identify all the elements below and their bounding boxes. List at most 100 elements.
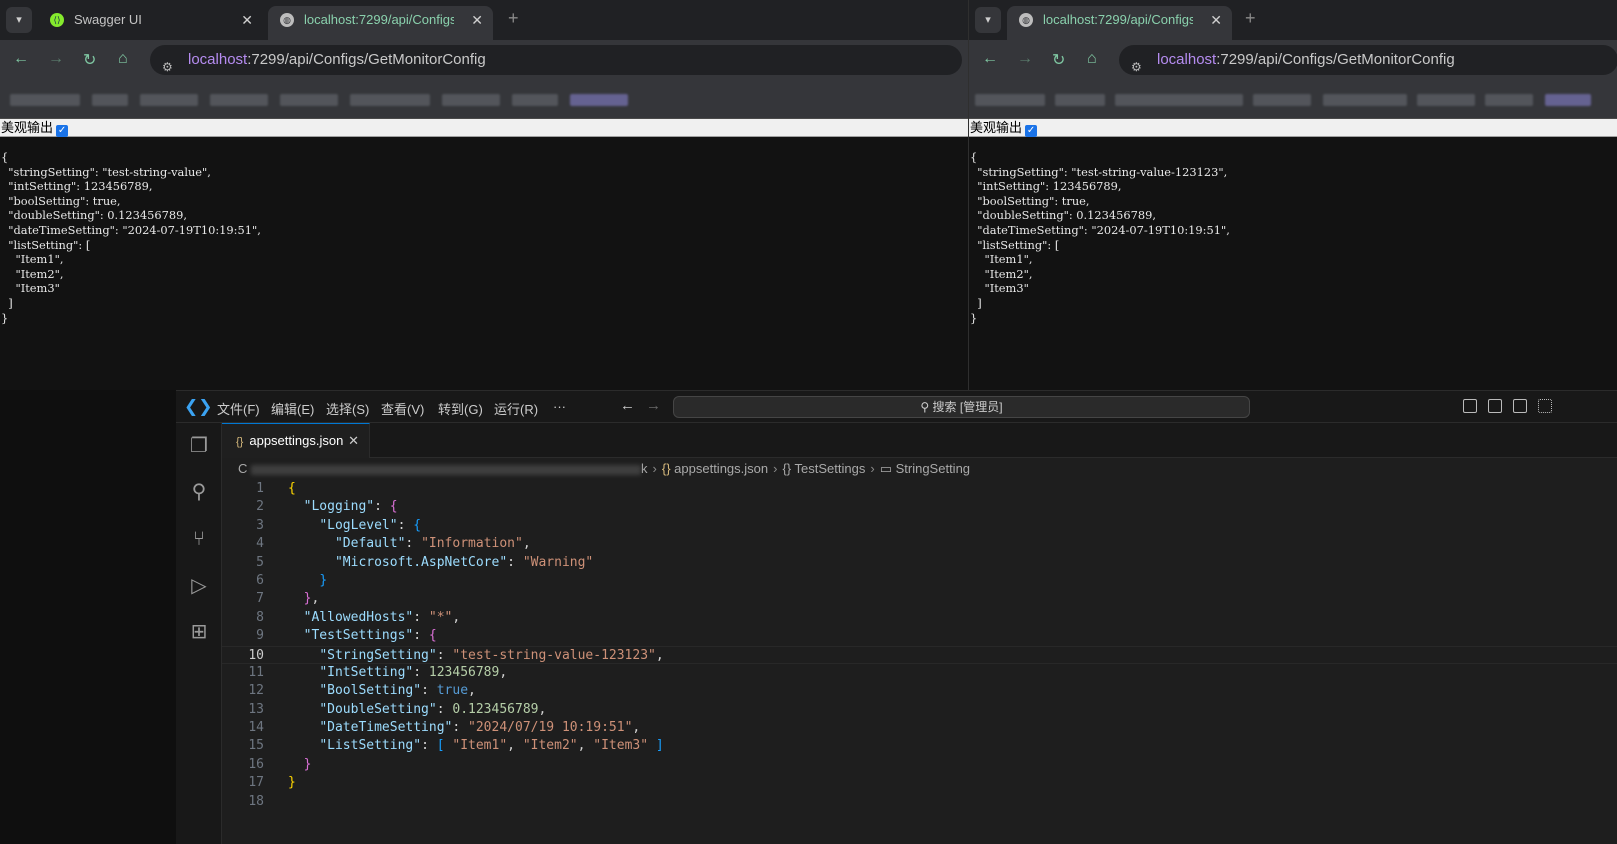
new-tab-plus-icon[interactable]: +	[508, 8, 519, 29]
line-number: 1	[256, 481, 264, 496]
explorer-icon[interactable]: ❐	[188, 435, 210, 457]
bookmark-item[interactable]	[350, 94, 430, 106]
bookmark-item[interactable]	[210, 94, 268, 106]
bookmark-item[interactable]	[442, 94, 500, 106]
bookmark-item[interactable]	[280, 94, 338, 106]
forward-arrow-icon[interactable]: →	[1017, 50, 1033, 68]
site-info-icon[interactable]: ⚙	[162, 52, 173, 75]
close-icon[interactable]: ✕	[348, 424, 359, 458]
code-line[interactable]: 11 "IntSetting": 123456789,	[222, 664, 1617, 682]
code-line[interactable]: 18	[222, 793, 1617, 811]
breadcrumb-redacted-path	[251, 464, 642, 475]
menu-file[interactable]: 文件(F)	[217, 399, 260, 418]
bookmark-item[interactable]	[1115, 94, 1243, 106]
home-icon[interactable]: ⌂	[118, 50, 128, 68]
tab-localhost-api[interactable]: ◍ localhost:7299/api/Configs/G ✕	[268, 6, 493, 40]
bookmark-item[interactable]	[1055, 94, 1105, 106]
string-icon: ▭	[879, 461, 896, 476]
code-text: "Logging": {	[303, 499, 398, 515]
breadcrumb-section[interactable]: TestSettings	[795, 461, 866, 476]
menu-edit[interactable]: 编辑(E)	[271, 399, 314, 418]
customize-layout-icon[interactable]	[1538, 399, 1552, 413]
source-control-icon[interactable]: ⑂	[188, 528, 210, 550]
title-bar: ❮❯ 文件(F) 编辑(E) 选择(S) 查看(V) 转到(G) 运行(R) ·…	[176, 391, 1617, 423]
code-line[interactable]: 7 },	[222, 590, 1617, 608]
toggle-secondary-sidebar-icon[interactable]	[1513, 399, 1527, 413]
toggle-primary-sidebar-icon[interactable]	[1463, 399, 1477, 413]
code-text: },	[303, 591, 320, 607]
breadcrumb: C k › {} appsettings.json › {} TestSettings ›…	[222, 458, 1617, 480]
bookmark-item[interactable]	[10, 94, 80, 106]
menu-more[interactable]: ···	[553, 399, 566, 414]
address-bar[interactable]: ⚙ localhost:7299/api/Configs/GetMonitorC…	[1119, 45, 1617, 75]
breadcrumb-prefix[interactable]: C	[238, 461, 247, 476]
extensions-icon[interactable]: ⊞	[188, 621, 210, 643]
run-debug-icon[interactable]: ▷	[188, 575, 210, 597]
tab-search-chevron-icon[interactable]: ▾	[6, 7, 32, 33]
menu-view[interactable]: 查看(V)	[381, 399, 424, 418]
bookmark-item[interactable]	[1323, 94, 1407, 106]
toggle-panel-icon[interactable]	[1488, 399, 1502, 413]
back-arrow-icon[interactable]: ←	[982, 50, 998, 68]
command-center-search[interactable]: ⚲ 搜索 [管理员]	[673, 396, 1250, 418]
close-icon[interactable]: ✕	[241, 6, 253, 34]
code-line[interactable]: 4 "Default": "Information",	[222, 535, 1617, 553]
pretty-print-checkbox[interactable]: ✓	[1025, 125, 1038, 137]
line-number: 13	[248, 701, 264, 717]
code-line[interactable]: 1{	[222, 480, 1617, 498]
url-host: localhost	[1157, 51, 1217, 68]
code-line[interactable]: 13 "DoubleSetting": 0.123456789,	[222, 701, 1617, 719]
new-tab-plus-icon[interactable]: +	[1245, 8, 1256, 29]
code-editor[interactable]: 1{2 "Logging": {3 "LogLevel": {4 "Defaul…	[222, 480, 1617, 844]
close-icon[interactable]: ✕	[471, 6, 483, 34]
toolbar: ← → ↻ ⌂ ⚙ localhost:7299/api/Configs/Get…	[969, 40, 1617, 80]
code-line[interactable]: 5 "Microsoft.AspNetCore": "Warning"	[222, 554, 1617, 572]
breadcrumb-folder[interactable]: k	[641, 461, 648, 476]
editor-tab-appsettings[interactable]: {} appsettings.json ✕	[222, 423, 370, 458]
bookmark-item[interactable]	[1485, 94, 1533, 106]
code-line[interactable]: 9 "TestSettings": {	[222, 627, 1617, 645]
back-arrow-icon[interactable]: ←	[13, 50, 29, 68]
nav-back-arrow-icon[interactable]: ←	[620, 397, 635, 414]
code-line[interactable]: 8 "AllowedHosts": "*",	[222, 609, 1617, 627]
code-line[interactable]: 15 "ListSetting": [ "Item1", "Item2", "I…	[222, 737, 1617, 755]
search-icon[interactable]: ⚲	[188, 481, 210, 503]
bookmark-item[interactable]	[1417, 94, 1475, 106]
nav-forward-arrow-icon[interactable]: →	[646, 397, 661, 414]
bookmark-item[interactable]	[975, 94, 1045, 106]
pretty-print-checkbox[interactable]: ✓	[56, 125, 69, 137]
site-info-icon[interactable]: ⚙	[1131, 52, 1142, 75]
code-line[interactable]: 3 "LogLevel": {	[222, 517, 1617, 535]
bookmark-item[interactable]	[140, 94, 198, 106]
breadcrumb-file[interactable]: appsettings.json	[674, 461, 768, 476]
menu-go[interactable]: 转到(G)	[438, 399, 483, 418]
code-line[interactable]: 12 "BoolSetting": true,	[222, 682, 1617, 700]
menu-selection[interactable]: 选择(S)	[326, 399, 369, 418]
bookmark-item[interactable]	[92, 94, 128, 106]
forward-arrow-icon[interactable]: →	[48, 50, 64, 68]
tab-search-chevron-icon[interactable]: ▾	[975, 7, 1001, 33]
tab-swagger-ui[interactable]: ⟨⟩ Swagger UI ✕	[38, 6, 263, 40]
home-icon[interactable]: ⌂	[1087, 50, 1097, 68]
code-line[interactable]: 6 }	[222, 572, 1617, 590]
code-line[interactable]: 14 "DateTimeSetting": "2024/07/19 10:19:…	[222, 719, 1617, 737]
code-line[interactable]: 10 "StringSetting": "test-string-value-1…	[222, 645, 1617, 664]
bookmark-item[interactable]	[570, 94, 628, 106]
code-line[interactable]: 17}	[222, 774, 1617, 792]
line-number: 9	[256, 628, 264, 644]
bookmark-item[interactable]	[512, 94, 558, 106]
close-icon[interactable]: ✕	[1210, 6, 1222, 34]
pretty-print-label: 美观输出	[1, 120, 54, 135]
address-bar[interactable]: ⚙ localhost:7299/api/Configs/GetMonitorC…	[150, 45, 962, 75]
code-line[interactable]: 2 "Logging": {	[222, 498, 1617, 516]
editor-tabs: {} appsettings.json ✕	[222, 423, 1617, 458]
bookmark-item[interactable]	[1545, 94, 1591, 106]
reload-icon[interactable]: ↻	[1052, 50, 1065, 70]
menu-run[interactable]: 运行(R)	[494, 399, 538, 418]
tab-localhost-api[interactable]: ◍ localhost:7299/api/Configs/G ✕	[1007, 6, 1232, 40]
code-line[interactable]: 16 }	[222, 756, 1617, 774]
line-number: 18	[248, 793, 264, 809]
bookmark-item[interactable]	[1253, 94, 1311, 106]
reload-icon[interactable]: ↻	[83, 50, 96, 70]
breadcrumb-key[interactable]: StringSetting	[896, 461, 970, 476]
